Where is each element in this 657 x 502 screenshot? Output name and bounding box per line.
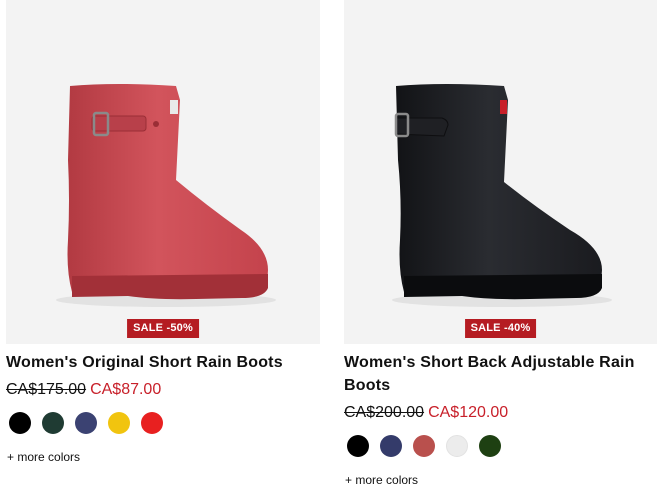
- more-colors-link[interactable]: + more colors: [7, 450, 320, 464]
- product-title[interactable]: Women's Original Short Rain Boots: [6, 351, 320, 374]
- price-block: CA$200.00 CA$120.00: [344, 403, 657, 423]
- color-swatch-black[interactable]: [347, 435, 369, 457]
- product-image[interactable]: SALE -40%: [344, 0, 657, 344]
- original-price: CA$200.00: [344, 404, 425, 421]
- price-block: CA$175.00 CA$87.00: [6, 380, 320, 400]
- boot-shape: [396, 84, 602, 297]
- boot-image: [392, 84, 612, 307]
- color-swatch-red[interactable]: [141, 412, 163, 434]
- color-swatch-navy[interactable]: [380, 435, 402, 457]
- sale-badge: SALE -40%: [464, 319, 537, 338]
- color-swatches: [9, 412, 320, 434]
- color-swatch-rose[interactable]: [413, 435, 435, 457]
- boot-image: [56, 84, 276, 307]
- color-swatch-yellow[interactable]: [108, 412, 130, 434]
- product-title[interactable]: Women's Short Back Adjustable Rain Boots: [344, 351, 657, 397]
- color-swatch-white[interactable]: [446, 435, 468, 457]
- color-swatch-navy[interactable]: [75, 412, 97, 434]
- sale-price: CA$120.00: [428, 404, 509, 421]
- color-swatch-black[interactable]: [9, 412, 31, 434]
- product-card[interactable]: SALE -50% Women's Original Short Rain Bo…: [6, 0, 320, 464]
- sale-badge: SALE -50%: [127, 319, 199, 338]
- more-colors-link[interactable]: + more colors: [345, 473, 657, 487]
- sale-price: CA$87.00: [90, 381, 162, 398]
- original-price: CA$175.00: [6, 381, 87, 398]
- color-swatch-green[interactable]: [479, 435, 501, 457]
- product-image[interactable]: SALE -50%: [6, 0, 320, 344]
- product-card[interactable]: SALE -40% Women's Short Back Adjustable …: [344, 0, 657, 487]
- color-swatches: [347, 435, 657, 457]
- color-swatch-dark-green[interactable]: [42, 412, 64, 434]
